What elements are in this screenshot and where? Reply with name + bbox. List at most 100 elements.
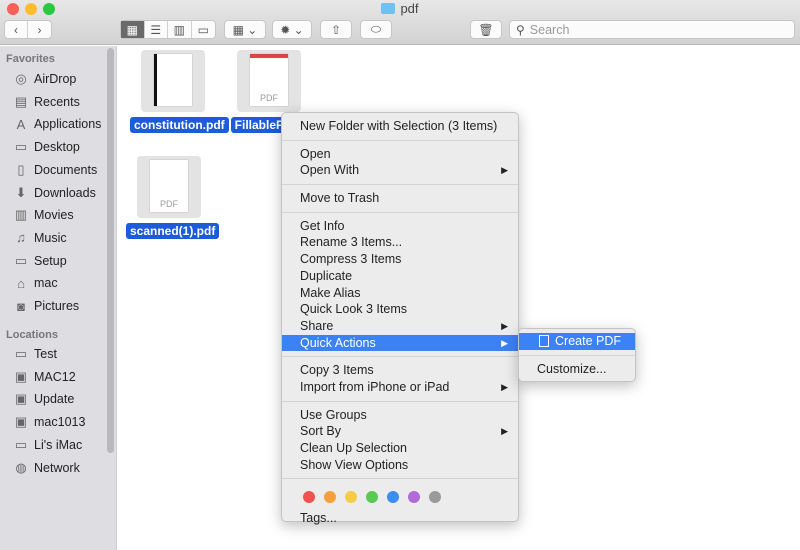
menu-item-open[interactable]: Open xyxy=(282,146,518,163)
tag-color-dot[interactable] xyxy=(303,491,315,504)
menu-item-import-from-iphone-or-ipad[interactable]: Import from iPhone or iPad ▶ xyxy=(282,379,518,396)
sidebar-item-applications[interactable]: A Applications xyxy=(14,114,102,134)
downloads-icon: ⬇ xyxy=(15,184,27,200)
sidebar-item-recents[interactable]: ▤ Recents xyxy=(14,92,80,112)
menu-item-move-to-trash[interactable]: Move to Trash xyxy=(282,190,518,207)
sidebar-item-documents[interactable]: ▯ Documents xyxy=(14,160,97,180)
menu-separator xyxy=(282,478,518,480)
menu-separator xyxy=(282,356,518,358)
menu-item-new-folder-with-selection-3-items[interactable]: New Folder with Selection (3 Items) xyxy=(282,118,518,135)
sidebar-item-airdrop[interactable]: ◎ AirDrop xyxy=(14,69,76,89)
view-switcher: ▦ ☰ ▥ ▭ xyxy=(120,20,216,39)
search-icon: ⚲ xyxy=(516,22,525,37)
create-pdf-item[interactable]: Create PDF xyxy=(519,333,635,350)
tag-color-dot[interactable] xyxy=(366,491,378,504)
menu-item-get-info[interactable]: Get Info xyxy=(282,218,518,235)
menu-item-make-alias[interactable]: Make Alias xyxy=(282,285,518,302)
sidebar-item-setup[interactable]: ▭ Setup xyxy=(14,251,67,271)
action-button[interactable]: ✹ ⌄ xyxy=(272,20,312,39)
title-bar: pdf ‹ › ▦ ☰ ▥ ▭ ▦ ⌄ ✹ ⌄ ⇧ ⬭ 🗑 ⚲ Search xyxy=(0,0,800,45)
computer-icon: ▭ xyxy=(14,346,28,361)
customize-item[interactable]: Customize... xyxy=(519,361,635,378)
pictures-icon: ◙ xyxy=(17,298,25,314)
sidebar-item-downloads[interactable]: ⬇ Downloads xyxy=(14,183,96,203)
menu-item-compress-3-items[interactable]: Compress 3 Items xyxy=(282,251,518,268)
search-field[interactable]: ⚲ Search xyxy=(509,20,795,39)
home-icon: ⌂ xyxy=(17,275,25,291)
pdf-document-icon xyxy=(539,335,549,347)
sidebar-item-mac12[interactable]: ▣ MAC12 xyxy=(14,367,76,387)
file-item[interactable]: constitution.pdf xyxy=(130,50,229,133)
menu-item-clean-up-selection[interactable]: Clean Up Selection xyxy=(282,440,518,457)
menu-item-quick-actions[interactable]: Quick Actions ▶ xyxy=(282,334,518,352)
forward-button[interactable]: › xyxy=(28,21,51,38)
disk-icon: ▣ xyxy=(14,391,28,407)
quick-actions-submenu: Create PDF Customize... xyxy=(518,328,636,382)
share-icon: ⇧ xyxy=(330,22,342,37)
sidebar-item-desktop[interactable]: ▭ Desktop xyxy=(14,137,80,157)
tag-icon: ⬭ xyxy=(370,22,382,36)
tag-color-dot[interactable] xyxy=(345,491,357,504)
sidebar-item-movies[interactable]: ▥ Movies xyxy=(14,205,74,225)
list-view-icon[interactable]: ☰ xyxy=(145,21,168,38)
submenu-arrow-icon: ▶ xyxy=(501,320,508,331)
tag-color-dot[interactable] xyxy=(429,491,441,504)
file-item[interactable]: PDF scanned(1).pdf xyxy=(126,156,220,239)
sidebar-item-li-s-imac[interactable]: ▭ Li's iMac xyxy=(14,435,82,455)
group-button[interactable]: ▦ ⌄ xyxy=(224,20,266,39)
menu-separator xyxy=(282,139,518,141)
menu-item-sort-by[interactable]: Sort By ▶ xyxy=(282,423,518,440)
recents-icon: ▤ xyxy=(14,93,28,109)
tag-button[interactable]: ⬭ xyxy=(360,20,392,39)
trash-icon: 🗑 xyxy=(478,22,494,37)
gallery-view-icon[interactable]: ▭ xyxy=(192,21,215,38)
tag-color-dot[interactable] xyxy=(324,491,336,504)
sidebar-item-music[interactable]: ♫ Music xyxy=(14,228,67,248)
column-view-icon[interactable]: ▥ xyxy=(168,21,192,38)
menu-item-copy-3-items[interactable]: Copy 3 Items xyxy=(282,362,518,379)
menu-item-use-groups[interactable]: Use Groups xyxy=(282,407,518,424)
tag-color-dot[interactable] xyxy=(408,491,420,504)
sidebar: Favorites ◎ AirDrop ▤ Recents A Applications ▭ D… xyxy=(0,46,117,550)
submenu-arrow-icon: ▶ xyxy=(501,337,508,348)
locations-header: Locations xyxy=(6,329,58,341)
menu-item-show-view-options[interactable]: Show View Options xyxy=(282,457,518,474)
icon-view-icon[interactable]: ▦ xyxy=(121,21,145,38)
menu-item-duplicate[interactable]: Duplicate xyxy=(282,268,518,285)
sidebar-item-update[interactable]: ▣ Update xyxy=(14,389,74,409)
trash-button[interactable]: 🗑 xyxy=(470,20,502,39)
applications-icon: A xyxy=(16,116,26,132)
sidebar-item-mac1013[interactable]: ▣ mac1013 xyxy=(14,412,86,432)
tag-color-dot[interactable] xyxy=(387,491,399,504)
menu-item-quick-look-3-items[interactable]: Quick Look 3 Items xyxy=(282,301,518,318)
tag-colors xyxy=(282,484,518,510)
sidebar-item-test[interactable]: ▭ Test xyxy=(14,344,57,364)
back-button[interactable]: ‹ xyxy=(5,21,29,38)
favorites-header: Favorites xyxy=(6,53,55,65)
search-placeholder: Search xyxy=(529,22,570,37)
sidebar-item-pictures[interactable]: ◙ Pictures xyxy=(14,296,79,316)
airdrop-icon: ◎ xyxy=(15,71,27,86)
share-button[interactable]: ⇧ xyxy=(320,20,352,39)
disk-icon: ▣ xyxy=(14,414,28,430)
submenu-arrow-icon: ▶ xyxy=(501,426,508,437)
menu-item-share[interactable]: Share ▶ xyxy=(282,318,518,335)
menu-item-rename-3-items[interactable]: Rename 3 Items... xyxy=(282,234,518,251)
menu-item-open-with[interactable]: Open With ▶ xyxy=(282,162,518,179)
disk-icon: ▣ xyxy=(14,368,28,384)
sidebar-item-mac[interactable]: ⌂ mac xyxy=(14,273,58,293)
context-menu: New Folder with Selection (3 Items) Open O… xyxy=(281,112,519,525)
submenu-arrow-icon: ▶ xyxy=(501,381,508,392)
menu-item-tags[interactable]: Tags... xyxy=(282,510,518,527)
submenu-arrow-icon: ▶ xyxy=(501,165,508,176)
file-name: constitution.pdf xyxy=(130,117,229,133)
window-title: pdf xyxy=(0,1,800,16)
nav-buttons: ‹ › xyxy=(4,20,52,39)
gear-icon: ✹ ⌄ xyxy=(280,22,304,37)
movies-icon: ▥ xyxy=(14,207,28,223)
pdf-thumbnail: PDF xyxy=(137,156,201,218)
documents-icon: ▯ xyxy=(17,161,25,177)
sidebar-scrollbar[interactable] xyxy=(107,48,114,453)
menu-separator xyxy=(282,400,518,402)
sidebar-item-network[interactable]: ◍ Network xyxy=(14,458,80,478)
